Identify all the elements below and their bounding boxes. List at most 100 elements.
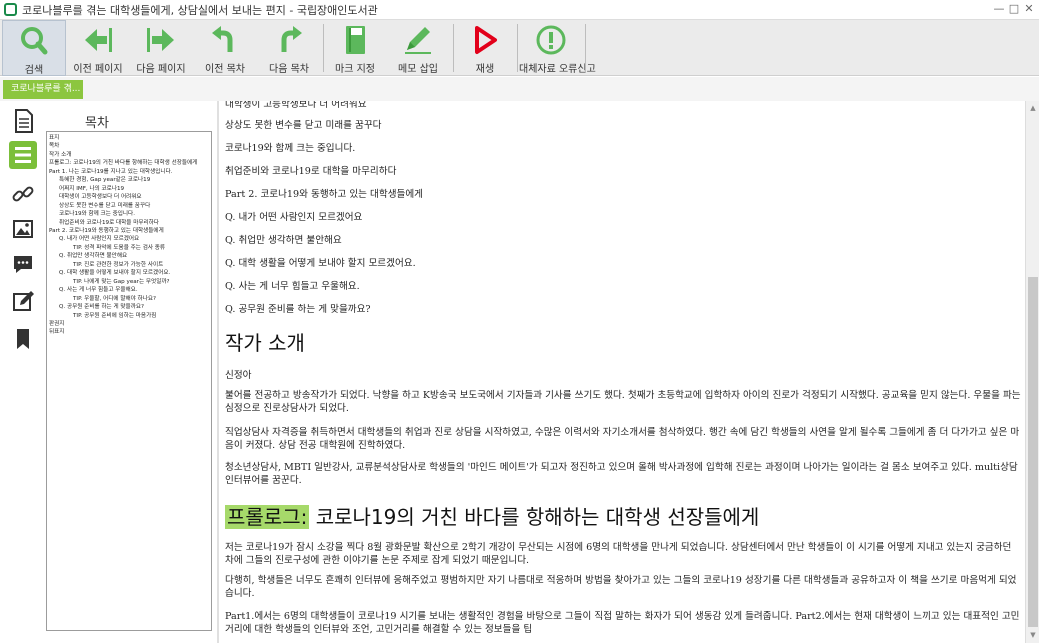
toc-item[interactable]: 취업준비와 코로나19로 대학을 마무리하다 <box>49 219 209 227</box>
window-title: 코로나블루를 겪는 대학생들에게, 상담실에서 보내는 편지 - 국립장애인도서… <box>22 4 378 17</box>
prologue-paragraph: Part1.에서는 6명의 대학생들이 코로나19 시기를 보내는 생활적인 경… <box>225 611 1020 635</box>
scroll-thumb[interactable] <box>1028 277 1038 627</box>
toc-item[interactable]: 목차 <box>49 142 209 150</box>
author-paragraph: 불어를 전공하고 방송작가가 되었다. 낙향을 하고 K방송국 보도국에서 기자… <box>225 390 1021 414</box>
next-page-icon <box>147 28 174 52</box>
toc-header: 목차 <box>85 116 109 131</box>
error-report-button[interactable]: 대체자료 오류신고 <box>519 20 596 76</box>
maximize-icon[interactable]: □ <box>1007 2 1021 16</box>
toc-item[interactable]: Q. 취업만 생각하면 불안해요 <box>49 252 209 260</box>
prev-toc-button[interactable]: 이전 목차 <box>194 20 256 76</box>
content-line: Part 2. 코로나19와 동행하고 있는 대학생들에게 <box>225 189 424 200</box>
content-line: Q. 사는 게 너무 힘들고 우울해요. <box>225 281 360 292</box>
toc-tree: 표지 목차 작가 소개 프롤로그: 코로나19의 거친 바다를 항해하는 대학생… <box>46 131 212 631</box>
rail-document[interactable] <box>9 107 37 135</box>
toc-item[interactable]: 프롤로그: 코로나19의 거친 바다를 항해하는 대학생 선장들에게 <box>49 159 209 167</box>
error-report-icon <box>536 25 566 55</box>
mark-button[interactable]: 마크 지정 <box>326 20 384 76</box>
scroll-down-icon[interactable]: ▼ <box>1028 630 1038 640</box>
toc-item[interactable]: 판권지 <box>49 320 209 328</box>
memo-button[interactable]: 메모 삽입 <box>386 20 450 76</box>
author-paragraph: 직업상담사 자격증을 취득하면서 대학생들의 취업과 진로 상담을 시작하였고,… <box>225 427 1020 451</box>
toc-item[interactable]: TIP. 공무원 준비에 임하는 마음가짐 <box>49 312 209 320</box>
search-button[interactable]: 검색 <box>2 20 66 76</box>
toc-item[interactable]: Part 1. 나는 코로나19를 지나고 있는 대학생입니다. <box>49 168 209 176</box>
next-page-button[interactable]: 다음 페이지 <box>130 20 192 76</box>
content-line: Q. 취업만 생각하면 불안해요 <box>225 235 342 246</box>
content-line: 대학생이 고등학생보다 더 어려워요 <box>225 101 367 110</box>
toc-item[interactable]: Q. 공무원 준비를 하는 게 맞을까요? <box>49 303 209 311</box>
next-toc-label: 다음 목차 <box>269 64 309 75</box>
toc-item[interactable]: TIP. 나에게 맞는 Gap year는 무엇일까? <box>49 278 209 286</box>
toc-item[interactable]: Q. 내가 어떤 사람인지 모르겠어요 <box>49 235 209 243</box>
rail-link[interactable] <box>9 180 37 208</box>
scroll-up-icon[interactable]: ▲ <box>1028 103 1038 113</box>
rail-bookmark[interactable] <box>9 325 37 353</box>
toc-item[interactable]: 표지 <box>49 134 209 142</box>
toolbar-separator <box>323 24 324 72</box>
toc-item[interactable]: Q. 대학 생활을 어떻게 보내야 할지 모르겠어요. <box>49 269 209 277</box>
toc-item[interactable]: 대학생이 고등학생보다 더 어려워요 <box>49 193 209 201</box>
document-tab[interactable]: 코로나블루를 겪... <box>3 80 83 99</box>
content-line: Q. 내가 어떤 사람인지 모르겠어요 <box>225 212 363 223</box>
minimize-icon[interactable]: — <box>992 2 1006 16</box>
content-line: 취업준비와 코로나19로 대학을 마무리하다 <box>225 166 397 177</box>
search-label: 검색 <box>24 65 44 76</box>
prev-toc-icon <box>212 26 233 52</box>
link-icon <box>12 186 34 202</box>
mark-label: 마크 지정 <box>335 64 375 75</box>
play-label: 재생 <box>475 64 495 75</box>
toc-item[interactable]: 코로나19와 함께 크는 중입니다. <box>49 210 209 218</box>
toc-item[interactable]: 상상도 못한 변수를 닫고 미래를 꿈꾸다 <box>49 202 209 210</box>
content-line: 코로나19와 함께 크는 중입니다. <box>225 143 356 154</box>
content-line: Q. 공무원 준비를 하는 게 맞을까요? <box>225 304 371 315</box>
memo-pen-icon <box>405 27 431 54</box>
toc-item[interactable]: TIP. 진로 관련한 정보가 가능한 사이트 <box>49 261 209 269</box>
document-tab-strip: 코로나블루를 겪... <box>0 77 1039 101</box>
prologue-paragraph: 저는 코로나19가 잠시 소강을 찍다 8월 광화문발 확산으로 2학기 개강이… <box>225 542 1012 566</box>
play-icon <box>475 26 497 54</box>
toc-item[interactable]: 작가 소개 <box>49 151 209 159</box>
toc-item[interactable]: Part 2. 코로나19와 동행하고 있는 대학생들에게 <box>49 227 209 235</box>
prev-page-button[interactable]: 이전 페이지 <box>68 20 128 76</box>
rail-edit-note[interactable] <box>9 287 37 315</box>
title-bar: 코로나블루를 겪는 대학생들에게, 상담실에서 보내는 편지 - 국립장애인도서… <box>0 0 1039 20</box>
next-page-label: 다음 페이지 <box>136 64 186 75</box>
prologue-paragraph: 다행히, 학생들은 너무도 흔쾌히 인터뷰에 응해주었고 평범하지만 자기 나름… <box>225 575 1017 599</box>
toc-item[interactable]: 특혜한 경험, Gap year같은 코로나19 <box>49 176 209 184</box>
bookmark-icon <box>17 329 29 349</box>
toc-item[interactable]: 뒤표지 <box>49 328 209 336</box>
next-toc-button[interactable]: 다음 목차 <box>258 20 320 76</box>
author-paragraph: 청소년상담사, MBTI 일반강사, 교류분석상담사로 학생들의 '마인드 메이… <box>225 462 1018 486</box>
author-name: 신정아 <box>225 370 252 381</box>
content-line: 상상도 못한 변수를 닫고 미래를 꿈꾸다 <box>225 120 382 131</box>
rail-toc[interactable] <box>9 141 37 169</box>
prev-page-label: 이전 페이지 <box>73 64 123 75</box>
author-heading: 작가 소개 <box>225 331 305 355</box>
error-report-label: 대체자료 오류신고 <box>519 64 596 75</box>
toc-item[interactable]: TIP. 성격 파악에 도움을 주는 검사 종류 <box>49 244 209 252</box>
play-button[interactable]: 재생 <box>456 20 514 76</box>
toc-list-icon <box>15 147 31 163</box>
image-icon <box>13 220 33 238</box>
prev-page-icon <box>85 28 112 52</box>
edit-note-icon <box>13 291 34 311</box>
rail-image[interactable] <box>9 215 37 243</box>
toolbar-separator <box>585 24 586 72</box>
document-icon <box>15 109 33 133</box>
toc-item[interactable]: 어쩌지 IMF, 나의 코로나19 <box>49 185 209 193</box>
rail-comment[interactable] <box>9 250 37 278</box>
search-icon <box>21 27 48 55</box>
comment-icon <box>14 256 32 273</box>
content-line: Q. 대학 생활을 어떻게 보내야 할지 모르겠어요. <box>225 258 416 269</box>
prologue-highlight: 프롤로그: <box>225 505 310 529</box>
vertical-scrollbar[interactable]: ▲ ▼ <box>1025 101 1039 643</box>
prologue-heading: 프롤로그: 코로나19의 거친 바다를 항해하는 대학생 선장들에게 <box>225 501 759 530</box>
toc-item[interactable]: Q. 사는 게 너무 힘들고 우울해요. <box>49 286 209 294</box>
toc-item[interactable]: TIP. 우울할, 어디에 말해야 하나요? <box>49 295 209 303</box>
toolbar-separator <box>517 24 518 72</box>
toolbar: 검색 이전 페이지 다음 페이지 이전 목차 다음 목차 마크 지정 메모 삽입… <box>0 20 1039 76</box>
toolbar-separator <box>453 24 454 72</box>
close-icon[interactable]: ✕ <box>1022 2 1036 16</box>
bookmark-mark-icon <box>346 26 365 54</box>
